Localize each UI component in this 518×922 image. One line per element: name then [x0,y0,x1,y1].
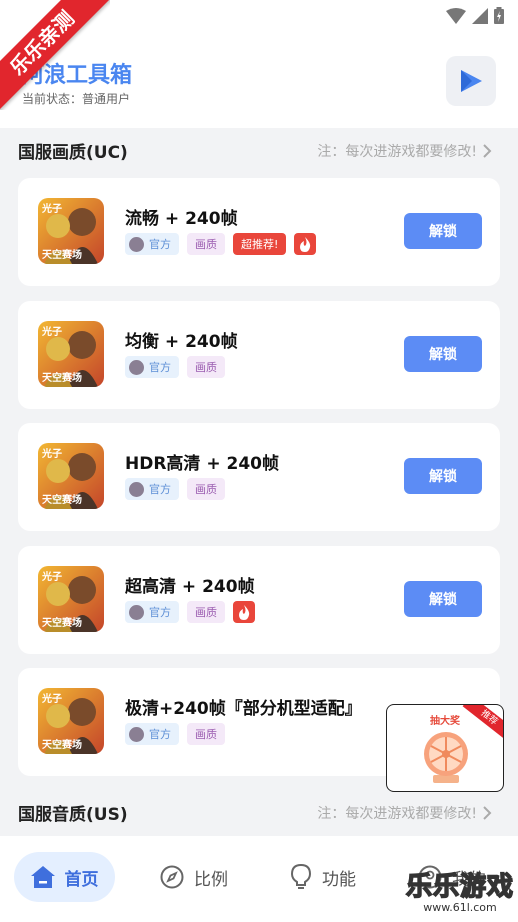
section-header-audio: 国服音质(US) 注：每次进游戏都要修改! [0,790,518,834]
preset-name: HDR高清 + 240帧 [125,454,279,474]
tag-quality: 画质 [187,233,225,255]
preset-name: 流畅 + 240帧 [125,209,238,229]
tag-quality: 画质 [187,723,225,745]
thumb-top-text: 光子 [41,325,62,338]
preset-name: 极清+240帧『部分机型适配』 [125,699,362,719]
battery-icon [494,7,504,24]
section-note[interactable]: 注：每次进游戏都要修改! [317,141,492,161]
prize-wheel-icon [424,732,468,783]
tag-quality: 画质 [187,601,225,623]
wifi-icon [446,7,466,24]
fire-icon [233,601,255,623]
section-note-text: 注：每次进游戏都要修改! [317,806,477,822]
tag-official: 官方 [125,233,179,255]
chevron-right-icon [483,144,492,158]
play-icon [461,70,482,92]
unlock-button[interactable]: 解锁 [404,581,482,617]
section-note[interactable]: 注：每次进游戏都要修改! [317,803,492,823]
nav-features[interactable]: 功能 [290,852,356,902]
unlock-button[interactable]: 解锁 [404,458,482,494]
game-thumbnail: 光子 天空赛场 [38,198,104,264]
preset-name: 超高清 + 240帧 [125,577,255,597]
unlock-button[interactable]: 解锁 [404,213,482,249]
thumb-bottom-text: 天空赛场 [42,616,82,629]
nav-home-label: 首页 [64,869,99,890]
game-thumbnail: 光子 天空赛场 [38,688,104,754]
home-icon [30,866,55,888]
preset-name: 均衡 + 240帧 [125,332,238,352]
game-thumbnail: 光子 天空赛场 [38,321,104,387]
watermark-title: 乐乐游戏 [405,871,514,903]
preset-tags: 官方 画质 [125,478,225,500]
status-icons [446,7,504,24]
tag-official: 官方 [125,723,179,745]
game-thumbnail: 光子 天空赛场 [38,566,104,632]
tag-quality: 画质 [187,478,225,500]
thumb-bottom-text: 天空赛场 [42,248,82,261]
avatar-icon [129,236,144,252]
preset-tags: 官方 画质 超推荐! [125,233,317,255]
game-thumbnail: 光子 天空赛场 [38,443,104,509]
chevron-right-icon [483,806,492,820]
thumb-top-text: 光子 [41,202,62,215]
thumb-bottom-text: 天空赛场 [42,493,82,506]
compass-icon [160,865,184,889]
signal-icon [472,7,488,24]
preset-card[interactable]: 光子 天空赛场 HDR高清 + 240帧 官方 画质 解锁 [18,423,500,531]
unlock-button[interactable]: 解锁 [404,336,482,372]
thumb-bottom-text: 天空赛场 [42,371,82,384]
thumb-top-text: 光子 [41,570,62,583]
section-header-graphics: 国服画质(UC) 注：每次进游戏都要修改! [0,128,518,172]
thumb-top-text: 光子 [41,447,62,460]
fire-icon [294,233,317,255]
lottery-popup[interactable]: 抽大奖 推荐 [386,704,504,792]
watermark-logo: 乐乐游戏 www.61l.com [405,866,514,914]
preset-card[interactable]: 光子 天空赛场 均衡 + 240帧 官方 画质 解锁 [18,301,500,409]
preset-tags: 官方 画质 [125,356,225,378]
tag-official: 官方 [125,478,179,500]
nav-features-label: 功能 [322,869,356,890]
avatar-icon [129,481,144,497]
nav-home[interactable]: 首页 [14,852,115,902]
tag-official: 官方 [125,356,179,378]
nav-ratio[interactable]: 比例 [160,852,228,902]
corner-ribbon: 乐乐亲测 [0,0,110,110]
preset-tags: 官方 画质 [125,723,225,745]
play-button[interactable] [446,56,496,106]
tag-quality: 画质 [187,356,225,378]
tag-recommended: 超推荐! [233,233,287,255]
section-title: 国服画质(UC) [18,143,128,163]
avatar-icon [129,604,144,620]
nav-ratio-label: 比例 [194,869,228,890]
lightbulb-icon [290,864,312,889]
avatar-icon [129,359,144,375]
preset-card[interactable]: 光子 天空赛场 超高清 + 240帧 官方 画质 解锁 [18,546,500,654]
thumb-bottom-text: 天空赛场 [42,738,82,751]
section-title: 国服音质(US) [18,805,128,825]
ribbon-text: 乐乐亲测 [0,0,110,110]
thumb-top-text: 光子 [41,692,62,705]
section-note-text: 注：每次进游戏都要修改! [317,144,477,160]
preset-card[interactable]: 光子 天空赛场 流畅 + 240帧 官方 画质 超推荐! 解锁 [18,178,500,286]
avatar-icon [129,726,144,742]
preset-tags: 官方 画质 [125,601,255,623]
tag-official: 官方 [125,601,179,623]
